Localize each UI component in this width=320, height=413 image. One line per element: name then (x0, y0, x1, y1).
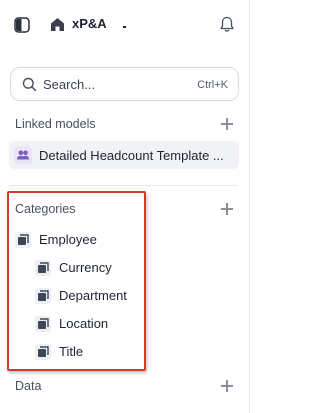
bell-icon[interactable] (219, 16, 235, 33)
users-icon (14, 146, 32, 164)
add-linked-model-button[interactable] (221, 118, 233, 130)
section-divider (10, 185, 238, 186)
linked-models-heading: Linked models (15, 117, 96, 131)
add-category-button[interactable] (221, 203, 233, 215)
sidebar-panel: xP&A Search... Ctrl+K Linked models Deta… (0, 0, 250, 413)
cube-icon (35, 260, 51, 276)
search-input[interactable]: Search... Ctrl+K (10, 67, 239, 101)
cube-icon (35, 344, 51, 360)
workspace-menu-indicator (123, 26, 126, 28)
linked-model-label: Detailed Headcount Template ... (39, 148, 224, 163)
sidebar-header: xP&A (0, 0, 249, 50)
search-placeholder: Search... (43, 77, 96, 92)
home-icon[interactable] (50, 17, 65, 32)
category-label: Employee (39, 232, 97, 247)
linked-model-item[interactable]: Detailed Headcount Template ... (9, 141, 239, 169)
search-icon (22, 77, 37, 92)
category-label: Department (59, 288, 127, 303)
category-label: Title (59, 344, 84, 359)
sidebar-toggle-icon[interactable] (14, 17, 30, 33)
categories-heading: Categories (15, 202, 76, 216)
add-data-button[interactable] (221, 380, 233, 392)
cube-icon (35, 316, 51, 332)
cube-icon (35, 288, 51, 304)
cube-icon (15, 232, 31, 248)
workspace-name[interactable]: xP&A (72, 16, 107, 31)
data-heading: Data (15, 379, 42, 393)
search-shortcut-hint: Ctrl+K (197, 79, 228, 91)
category-label: Location (59, 316, 109, 331)
category-label: Currency (59, 260, 112, 275)
